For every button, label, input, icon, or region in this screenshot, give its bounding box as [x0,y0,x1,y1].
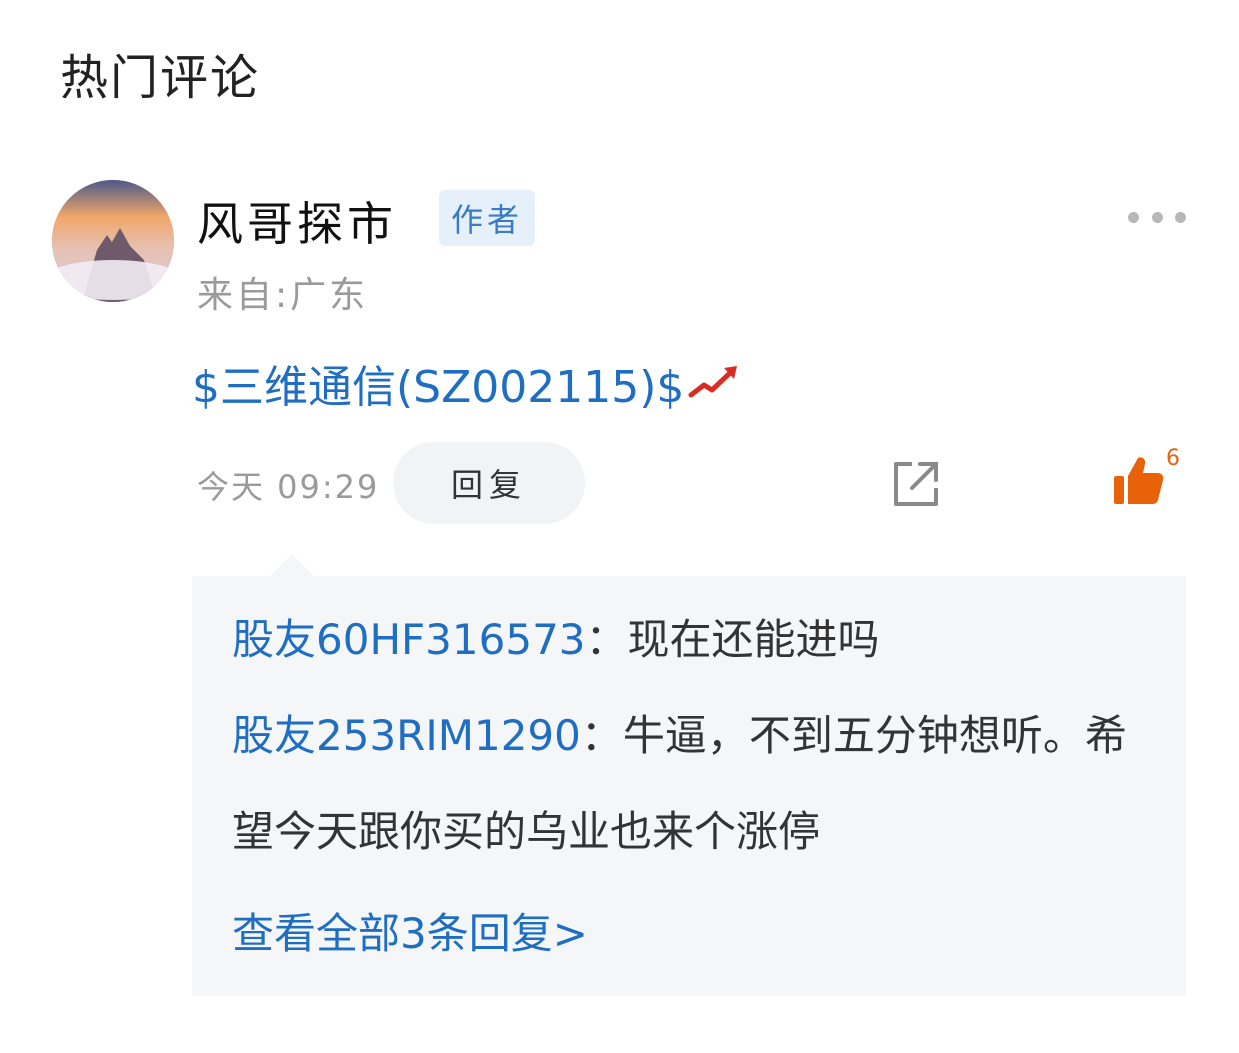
stock-link[interactable]: $三维通信(SZ002115)$ [192,351,740,415]
like-count: 6 [1166,446,1180,471]
reply-username[interactable]: 股友253RIM1290 [232,711,581,760]
reply-button[interactable]: 回复 [393,442,585,524]
more-options-icon[interactable] [1128,205,1186,229]
section-title: 热门评论 [60,50,261,106]
stock-link-text: $三维通信(SZ002115)$ [192,362,685,413]
share-icon[interactable] [890,458,942,510]
reply-text: ：现在还能进吗 [585,615,880,664]
author-badge: 作者 [439,190,535,246]
avatar[interactable] [52,180,174,302]
location-label: 来自:广东 [197,275,369,316]
reply-item: 股友253RIM1290：牛逼，不到五分钟想听。希望今天跟你买的乌业也来个涨停 [232,688,1152,880]
view-all-replies-link[interactable]: 查看全部3条回复> [232,886,588,982]
author-name[interactable]: 风哥探市 [197,188,397,254]
thumbs-up-icon[interactable] [1110,452,1166,508]
reply-username[interactable]: 股友60HF316573 [232,615,586,664]
timestamp: 今天 09:29 [197,468,380,506]
replies-box: 股友60HF316573：现在还能进吗 股友253RIM1290：牛逼，不到五分… [192,554,1186,996]
rising-arrow-icon [688,366,738,398]
reply-item: 股友60HF316573：现在还能进吗 [232,592,1152,688]
